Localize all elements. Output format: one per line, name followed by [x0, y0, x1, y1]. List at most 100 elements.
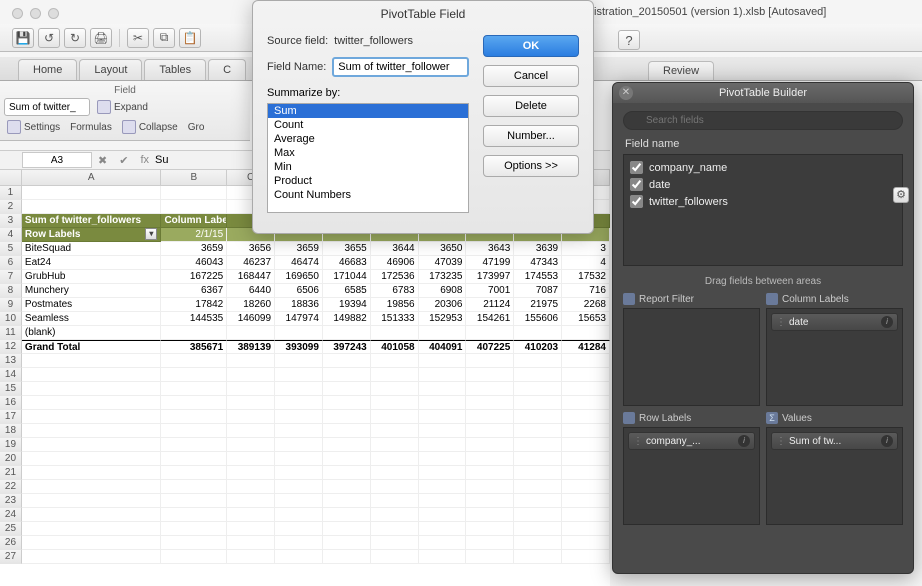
row-header[interactable]: 5: [0, 242, 22, 256]
cell[interactable]: [419, 396, 467, 410]
select-all-corner[interactable]: [0, 170, 22, 185]
cell[interactable]: [22, 410, 162, 424]
cell[interactable]: [161, 438, 227, 452]
table-row[interactable]: 8Munchery6367644065066585678369087001708…: [0, 284, 610, 298]
field-settings-button[interactable]: Settings: [4, 119, 63, 135]
cell[interactable]: [562, 410, 610, 424]
table-row[interactable]: 15: [0, 382, 610, 396]
cell[interactable]: [161, 326, 227, 340]
cell[interactable]: [371, 354, 419, 368]
cell[interactable]: [371, 508, 419, 522]
cell[interactable]: 151333: [371, 312, 419, 326]
cell[interactable]: [514, 480, 562, 494]
cell[interactable]: [161, 424, 227, 438]
cell[interactable]: [227, 382, 275, 396]
cell[interactable]: 173235: [419, 270, 467, 284]
cell[interactable]: [22, 382, 162, 396]
table-row[interactable]: 9Postmates178421826018836193941985620306…: [0, 298, 610, 312]
field-name-input[interactable]: [332, 57, 469, 77]
cell[interactable]: [323, 536, 371, 550]
table-row[interactable]: 6Eat244604346237464744668346906470394719…: [0, 256, 610, 270]
cell[interactable]: 167225: [161, 270, 227, 284]
cell[interactable]: [371, 466, 419, 480]
cell[interactable]: [562, 466, 610, 480]
cell[interactable]: [227, 354, 275, 368]
cell[interactable]: 393099: [275, 340, 323, 354]
cell[interactable]: [466, 326, 514, 340]
pivot-value-header[interactable]: Sum of twitter_followers: [22, 214, 162, 228]
cell[interactable]: [514, 522, 562, 536]
formulas-button[interactable]: Formulas: [67, 121, 115, 134]
cell[interactable]: 152953: [419, 312, 467, 326]
table-row[interactable]: 23: [0, 494, 610, 508]
field-list[interactable]: company_namedatetwitter_followers: [623, 154, 903, 266]
cell[interactable]: [161, 536, 227, 550]
cell[interactable]: [419, 424, 467, 438]
table-row[interactable]: 10Seamless144535146099147974149882151333…: [0, 312, 610, 326]
field-list-item[interactable]: company_name: [630, 159, 896, 176]
cell[interactable]: 46237: [227, 256, 275, 270]
cell[interactable]: [323, 522, 371, 536]
cell[interactable]: [227, 452, 275, 466]
row-header[interactable]: 24: [0, 508, 22, 522]
cell[interactable]: [275, 382, 323, 396]
cell[interactable]: [22, 200, 162, 214]
cell[interactable]: 21975: [514, 298, 562, 312]
cell[interactable]: [419, 466, 467, 480]
cell[interactable]: [275, 522, 323, 536]
close-dot[interactable]: [12, 8, 23, 19]
cell[interactable]: [562, 326, 610, 340]
row-header[interactable]: 20: [0, 452, 22, 466]
row-header[interactable]: 2: [0, 200, 22, 214]
row-header[interactable]: 3: [0, 214, 22, 228]
cell[interactable]: [323, 368, 371, 382]
cell[interactable]: [419, 438, 467, 452]
row-header[interactable]: 17: [0, 410, 22, 424]
cell[interactable]: 171044: [323, 270, 371, 284]
cell[interactable]: [323, 382, 371, 396]
cell[interactable]: 6585: [323, 284, 371, 298]
cell[interactable]: [22, 424, 162, 438]
cell[interactable]: 4: [562, 256, 610, 270]
cell[interactable]: [514, 354, 562, 368]
cell[interactable]: [227, 424, 275, 438]
cell[interactable]: [466, 438, 514, 452]
undo-icon[interactable]: ↺: [38, 28, 60, 48]
cell[interactable]: [514, 368, 562, 382]
cell[interactable]: [22, 508, 162, 522]
cell[interactable]: 19856: [371, 298, 419, 312]
table-row[interactable]: 5BiteSquad365936563659365536443650364336…: [0, 242, 610, 256]
cell[interactable]: [22, 550, 162, 564]
cell[interactable]: [514, 508, 562, 522]
cell[interactable]: 174553: [514, 270, 562, 284]
expand-button[interactable]: Expand: [94, 99, 151, 115]
cell[interactable]: [562, 508, 610, 522]
cell[interactable]: [371, 410, 419, 424]
cell[interactable]: [562, 396, 610, 410]
cell[interactable]: [161, 200, 227, 214]
row-header[interactable]: 4: [0, 228, 22, 242]
summarize-option[interactable]: Min: [268, 160, 468, 174]
cell[interactable]: [514, 438, 562, 452]
cell[interactable]: [323, 410, 371, 424]
row-header[interactable]: 15: [0, 382, 22, 396]
table-row[interactable]: 16: [0, 396, 610, 410]
row-header[interactable]: 26: [0, 536, 22, 550]
table-row[interactable]: 22: [0, 480, 610, 494]
row-header[interactable]: 9: [0, 298, 22, 312]
cell[interactable]: [323, 438, 371, 452]
cell[interactable]: [371, 522, 419, 536]
cell[interactable]: [161, 466, 227, 480]
cell[interactable]: [161, 354, 227, 368]
cell[interactable]: [419, 452, 467, 466]
cell[interactable]: [419, 550, 467, 564]
row-header[interactable]: 23: [0, 494, 22, 508]
row-header[interactable]: 12: [0, 340, 22, 354]
info-icon[interactable]: i: [881, 435, 893, 447]
cell[interactable]: [22, 396, 162, 410]
cell[interactable]: [466, 550, 514, 564]
cell[interactable]: [275, 396, 323, 410]
accept-formula-icon[interactable]: ✔: [119, 154, 128, 167]
table-row[interactable]: 14: [0, 368, 610, 382]
cell[interactable]: [562, 550, 610, 564]
